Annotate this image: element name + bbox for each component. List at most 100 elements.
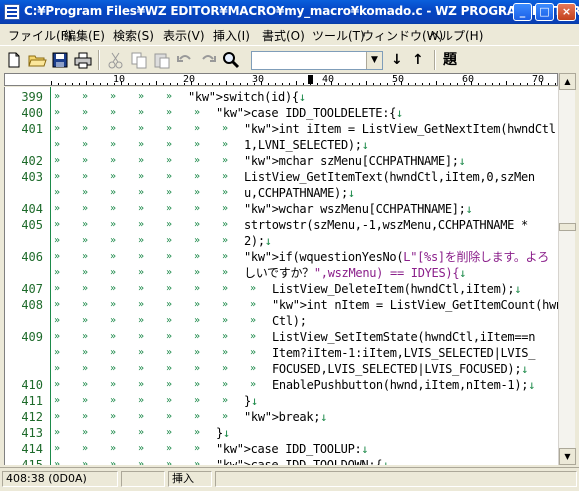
- tab-marker: »: [194, 331, 201, 342]
- open-folder-icon[interactable]: [27, 50, 47, 70]
- code-line[interactable]: 408 » » » » » » » » "kw">int nItem = ListView_Get…: [5, 297, 558, 313]
- scroll-down-icon[interactable]: ▼: [559, 448, 576, 465]
- menu-file[interactable]: ファイル(F): [8, 27, 72, 44]
- ruler-tick: [541, 81, 542, 85]
- menu-insert[interactable]: 挿入(I): [213, 27, 250, 44]
- code-line[interactable]: » » » » » » » » Ctl);: [5, 313, 558, 329]
- code-line[interactable]: 402 » » » » » » » "kw">mchar szMenu[CCHPATHNAME]…: [5, 153, 558, 169]
- redo-icon[interactable]: [198, 50, 218, 70]
- tab-marker: »: [110, 267, 117, 278]
- menu-tools[interactable]: ツール(T): [312, 27, 365, 44]
- code-line[interactable]: 406 » » » » » » » "kw">if(wquestionYesNo(L"[%s]を…: [5, 249, 558, 265]
- ruler-tick: [219, 83, 220, 85]
- find-next-button[interactable]: ↓: [391, 51, 403, 69]
- menu-help[interactable]: ヘルプ(H): [429, 27, 483, 44]
- app-icon[interactable]: [4, 4, 20, 20]
- code-line[interactable]: 401 » » » » » » » "kw">int iItem = ListView_GetN…: [5, 121, 558, 137]
- code-text: u,CCHPATHNAME);↓: [244, 186, 355, 200]
- code-line[interactable]: 407 » » » » » » » » ListView_DeleteItem(hwndCtl,i…: [5, 281, 558, 297]
- copy-icon[interactable]: [129, 50, 149, 70]
- ruler-tick: [471, 81, 472, 85]
- tab-marker: »: [138, 331, 145, 342]
- ruler-tick: [177, 83, 178, 85]
- code-line[interactable]: 415 » » » » » » "kw">case IDD_TOOLDOWN:{↓: [5, 457, 558, 465]
- ruler-tick: [499, 83, 500, 85]
- code-line[interactable]: 409 » » » » » » » » ListView_SetItemState(hwndCtl…: [5, 329, 558, 345]
- vertical-scrollbar[interactable]: ▲ ▼: [558, 73, 576, 465]
- ruler-tick: [506, 81, 507, 85]
- tab-marker: »: [250, 331, 257, 342]
- tab-marker: »: [166, 187, 173, 198]
- cut-icon[interactable]: [106, 50, 126, 70]
- code-line[interactable]: 412 » » » » » » » "kw">break;↓: [5, 409, 558, 425]
- code-line[interactable]: 403 » » » » » » » ListView_GetItemText(hwndCtl,i…: [5, 169, 558, 185]
- code-editor[interactable]: 399 » » » » » "kw">switch(id){↓ 400 » » » » » » "kw">c…: [4, 87, 558, 465]
- tab-marker: »: [82, 395, 89, 406]
- ruler-tick: [457, 83, 458, 85]
- tab-marker: »: [110, 411, 117, 422]
- tab-marker: »: [138, 203, 145, 214]
- code-line[interactable]: » » » » » » » 2);↓: [5, 233, 558, 249]
- tab-marker: »: [194, 315, 201, 326]
- code-line[interactable]: » » » » » » » » FOCUSED,LVIS_SELECTED|LVIS_FOCUS…: [5, 361, 558, 377]
- tab-marker: »: [82, 331, 89, 342]
- code-line[interactable]: » » » » » » » » Item?iItem-1:iItem,LVIS_SELECTED…: [5, 345, 558, 361]
- menu-search[interactable]: 検索(S): [113, 27, 154, 44]
- tab-marker: »: [194, 203, 201, 214]
- code-line[interactable]: 414 » » » » » » "kw">case IDD_TOOLUP:↓: [5, 441, 558, 457]
- code-line[interactable]: 404 » » » » » » » "kw">wchar wszMenu[CCHPATHNAME…: [5, 201, 558, 217]
- ruler-tick: [513, 83, 514, 85]
- minimize-button[interactable]: _: [513, 3, 532, 21]
- paste-icon[interactable]: [152, 50, 172, 70]
- tab-marker: »: [138, 251, 145, 262]
- code-line[interactable]: 413 » » » » » »}↓: [5, 425, 558, 441]
- tab-marker: »: [82, 315, 89, 326]
- tab-marker: »: [110, 187, 117, 198]
- code-text: "kw">if(wquestionYesNo(L"[%s]を削除します。よろ: [244, 250, 549, 264]
- code-line[interactable]: 399 » » » » » "kw">switch(id){↓: [5, 89, 558, 105]
- ruler-tick: [478, 83, 479, 85]
- code-line[interactable]: 400 » » » » » » "kw">case IDD_TOOLDELETE:{↓: [5, 105, 558, 121]
- ruler-tick: [555, 83, 556, 85]
- new-file-icon[interactable]: [4, 50, 24, 70]
- menu-edit[interactable]: 編集(E): [64, 27, 105, 44]
- code-line[interactable]: » » » » » » » 1,LVNI_SELECTED);↓: [5, 137, 558, 153]
- ruler-tick: [436, 81, 437, 85]
- code-line[interactable]: » » » » » » » しいですか？",wszMenu) == IDYES){↓: [5, 265, 558, 281]
- find-previous-button[interactable]: ↑: [412, 51, 424, 69]
- code-text: "kw">case IDD_TOOLUP:↓: [216, 442, 369, 456]
- undo-icon[interactable]: [175, 50, 195, 70]
- title-button[interactable]: 題: [443, 51, 457, 69]
- code-line[interactable]: » » » » » » » u,CCHPATHNAME);↓: [5, 185, 558, 201]
- tab-marker: »: [54, 443, 61, 454]
- scrollbar-thumb[interactable]: [559, 223, 576, 231]
- tab-marker: »: [54, 395, 61, 406]
- search-combo[interactable]: ▼: [251, 51, 383, 70]
- tab-marker: »: [222, 331, 229, 342]
- tab-marker: »: [250, 363, 257, 374]
- tab-marker: »: [110, 171, 117, 182]
- close-button[interactable]: ×: [557, 3, 576, 21]
- print-icon[interactable]: [73, 50, 93, 70]
- maximize-button[interactable]: □: [535, 3, 554, 21]
- ruler-tick: [317, 83, 318, 85]
- scroll-up-icon[interactable]: ▲: [559, 73, 576, 90]
- tab-marker: »: [54, 251, 61, 262]
- save-icon[interactable]: [50, 50, 70, 70]
- status-pane-message: [215, 471, 577, 487]
- code-line[interactable]: 411 » » » » » » »}↓: [5, 393, 558, 409]
- title-bar[interactable]: C:¥Program Files¥WZ EDITOR¥MACRO¥my_macr…: [0, 0, 579, 24]
- chevron-down-icon[interactable]: ▼: [366, 52, 382, 69]
- tab-marker: »: [82, 139, 89, 150]
- code-line[interactable]: 405 » » » » » » » strtowstr(szMenu,-1,wszMenu,CC…: [5, 217, 558, 233]
- tab-marker: »: [82, 283, 89, 294]
- ruler-tick: [261, 81, 262, 85]
- tab-marker: »: [82, 91, 89, 102]
- code-line[interactable]: 410 » » » » » » » » EnablePushbutton(hwnd,iItem,n…: [5, 377, 558, 393]
- menu-format[interactable]: 書式(O): [262, 27, 305, 44]
- menu-view[interactable]: 表示(V): [163, 27, 205, 44]
- search-icon[interactable]: [221, 50, 241, 70]
- tab-marker: »: [110, 395, 117, 406]
- tab-marker: »: [110, 331, 117, 342]
- tab-marker: »: [166, 91, 173, 102]
